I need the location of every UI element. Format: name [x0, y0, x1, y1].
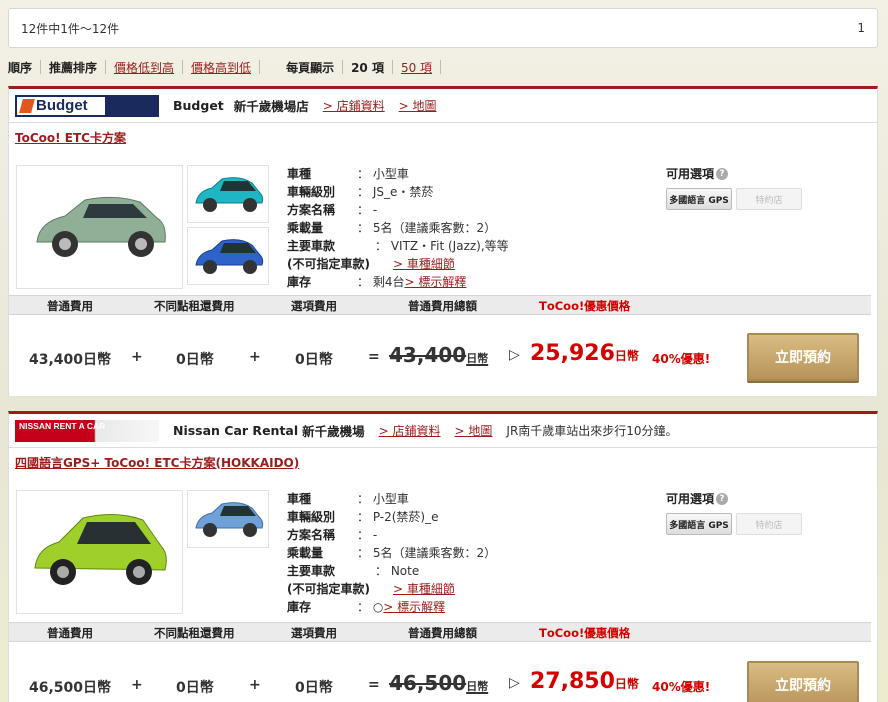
fee-one-way-value: 0日幣	[176, 680, 214, 696]
shop-info-link[interactable]: > 店鋪資料	[379, 422, 441, 439]
plan-link[interactable]: ToCoo! ETC卡方案	[15, 129, 126, 146]
map-link[interactable]: > 地圖	[399, 97, 437, 114]
discount-price: 25,926日幣	[530, 341, 639, 366]
divider	[440, 60, 442, 74]
arrow-right-icon: ▷	[509, 347, 520, 363]
car-spec-list: 車種： 小型車 車輛級別： P-2(禁菸)_e 方案名稱： - 乘載量： 5名（…	[287, 492, 497, 614]
fee-option-value: 0日幣	[295, 680, 333, 696]
car-thumb-image	[195, 177, 264, 212]
divider	[182, 60, 184, 74]
options-title: 可用選項	[666, 492, 715, 506]
shop-access-note: JR南千歲車站出來步行10分鐘。	[506, 424, 678, 438]
total-original-price: 43,400日幣	[389, 343, 489, 367]
fee-normal-value: 46,500日幣	[29, 680, 112, 696]
divider	[342, 60, 344, 74]
car-photo-main[interactable]	[16, 490, 183, 614]
page-number[interactable]: 1	[857, 21, 865, 35]
divider	[105, 60, 107, 74]
fee-option-value: 0日幣	[295, 352, 333, 368]
total-original-price: 46,500日幣	[389, 671, 489, 695]
company-name: Nissan Car Rental	[173, 423, 299, 438]
fee-one-way-value: 0日幣	[176, 352, 214, 368]
car-photo-thumb-2[interactable]	[187, 227, 269, 285]
sort-price-high-link[interactable]: 價格高到低	[191, 59, 251, 76]
car-thumb-image	[195, 502, 264, 537]
options-panel: 可用選項? 多國語言 GPS 特約店	[666, 490, 806, 535]
fee-header-row: 普通費用 不同點租還費用 選項費用 普通費用總額 TοCoo!優惠價格	[9, 295, 871, 315]
options-panel: 可用選項? 多國語言 GPS 特約店	[666, 165, 806, 210]
per-page-label: 每頁顯示	[286, 60, 335, 75]
shop-name: 新千歲機場店	[233, 99, 309, 114]
per-page-20: 20 項	[351, 60, 384, 75]
car-photo-thumb-1[interactable]	[187, 165, 269, 223]
discount-price: 27,850日幣	[530, 669, 639, 694]
car-photo-thumb-1[interactable]	[187, 490, 269, 548]
company-name: Budget	[173, 98, 224, 113]
option-gps[interactable]: 多國語言 GPS	[666, 188, 732, 210]
fee-values-row: 43,400日幣 + 0日幣 + 0日幣 = 43,400日幣 ▷ 25,926…	[9, 329, 871, 387]
fee-header-row: 普通費用 不同點租還費用 選項費用 普通費用總額 TοCoo!優惠價格	[9, 622, 871, 642]
model-detail-link[interactable]: > 車種細節	[393, 257, 455, 271]
option-special-shop: 特約店	[736, 188, 802, 210]
car-image	[33, 514, 167, 585]
arrow-right-icon: ▷	[509, 675, 520, 691]
sort-order-label: 順序	[8, 60, 33, 75]
result-summary-bar: 12件中1件～12件 1	[8, 8, 878, 48]
discount-badge: 40%優惠!	[652, 352, 711, 366]
nissan-logo: NISSAN RENT A CAR	[15, 419, 159, 442]
fee-normal-value: 43,400日幣	[29, 352, 112, 368]
plan-link[interactable]: 四國語言GPS+ ToCoo! ETC卡方案(HOKKAIDO)	[15, 454, 299, 471]
sort-recommended[interactable]: 推薦排序	[49, 59, 97, 76]
help-icon[interactable]: ?	[716, 167, 729, 180]
result-count: 12件中1件～12件	[21, 21, 120, 36]
book-now-button[interactable]: 立即預約	[747, 333, 859, 381]
help-icon[interactable]: ?	[716, 492, 729, 505]
car-image	[35, 196, 166, 257]
budget-mark-icon	[19, 98, 35, 113]
discount-badge: 40%優惠!	[652, 680, 711, 694]
plan-row: ToCoo! ETC卡方案	[9, 123, 877, 151]
rental-listing-nissan: NISSAN RENT A CAR Nissan Car Rental 新千歲機…	[8, 411, 878, 702]
listing-header: Budget Budget 新千歲機場店 > 店鋪資料 > 地圖	[9, 89, 877, 123]
sort-bar: 順序 推薦排序 價格低到高 價格高到低 每頁顯示 20 項 50 項	[8, 56, 878, 78]
map-link[interactable]: > 地圖	[455, 422, 493, 439]
per-page-50-link[interactable]: 50 項	[401, 59, 432, 76]
stock-explain-link[interactable]: > 標示解釋	[404, 275, 466, 289]
car-photo-main[interactable]	[16, 165, 183, 289]
options-title: 可用選項	[666, 167, 715, 181]
divider	[391, 60, 393, 74]
listing-header: NISSAN RENT A CAR Nissan Car Rental 新千歲機…	[9, 414, 877, 448]
shop-name: 新千歲機場	[302, 424, 365, 439]
book-now-button[interactable]: 立即預約	[747, 661, 859, 702]
plan-row: 四國語言GPS+ ToCoo! ETC卡方案(HOKKAIDO)	[9, 448, 877, 476]
stock-explain-link[interactable]: > 標示解釋	[383, 600, 445, 614]
divider	[259, 60, 261, 74]
option-gps[interactable]: 多國語言 GPS	[666, 513, 732, 535]
sort-price-low-link[interactable]: 價格低到高	[114, 59, 174, 76]
option-special-shop: 特約店	[736, 513, 802, 535]
car-spec-list: 車種： 小型車 車輛級別： JS_e・禁菸 方案名稱： - 乘載量： 5名（建議…	[287, 167, 509, 289]
model-detail-link[interactable]: > 車種細節	[393, 582, 455, 596]
budget-logo: Budget	[15, 94, 159, 117]
shop-info-link[interactable]: > 店鋪資料	[323, 97, 385, 114]
rental-listing-budget: Budget Budget 新千歲機場店 > 店鋪資料 > 地圖 ToCoo! …	[8, 86, 878, 396]
fee-values-row: 46,500日幣 + 0日幣 + 0日幣 = 46,500日幣 ▷ 27,850…	[9, 657, 871, 702]
car-thumb-image	[195, 239, 264, 274]
divider	[40, 60, 42, 74]
